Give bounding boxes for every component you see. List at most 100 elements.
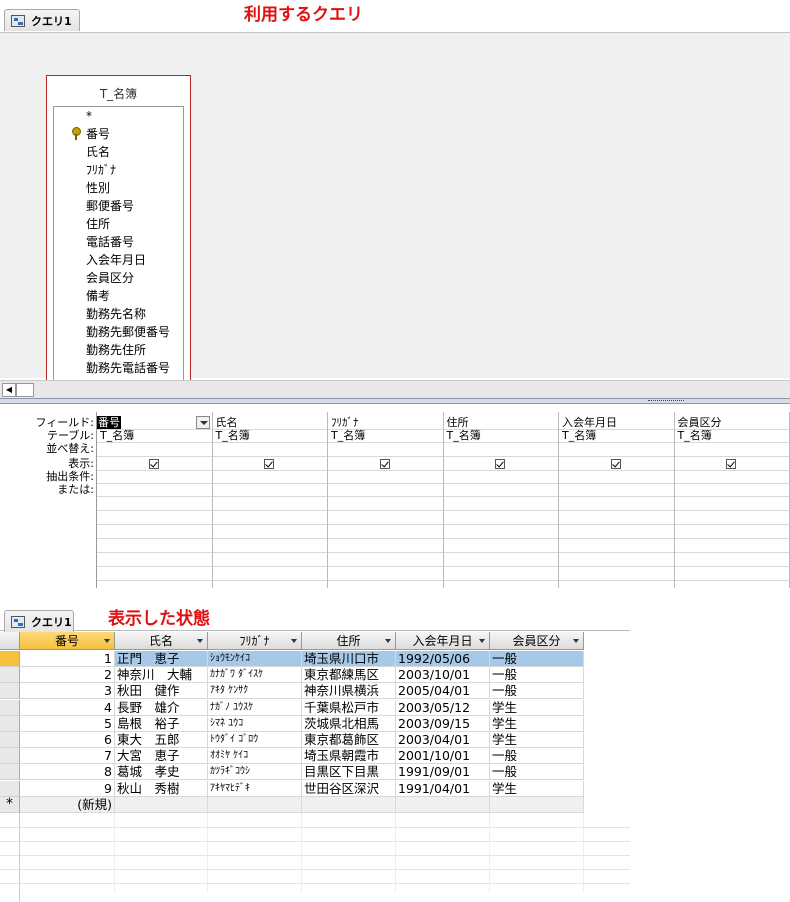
field-list-item[interactable]: 勤務先名称 — [54, 305, 183, 323]
show-checkbox[interactable] — [148, 459, 159, 469]
new-record-selector[interactable]: * — [0, 796, 20, 813]
table-cell[interactable]: 2003/04/01 — [396, 732, 490, 748]
field-list-item[interactable]: 備考 — [54, 287, 183, 305]
qbe-table-cell[interactable]: T_名簿 — [328, 429, 443, 442]
table-cell[interactable]: 神奈川県横浜 — [302, 683, 396, 700]
field-list-item[interactable]: 番号 — [54, 125, 183, 143]
table-cell[interactable]: 1991/04/01 — [396, 780, 490, 797]
qbe-sort-cell[interactable] — [97, 442, 212, 455]
scroll-thumb[interactable] — [16, 383, 34, 397]
table-cell[interactable]: 4 — [20, 699, 115, 716]
qbe-field-cell[interactable]: ﾌﾘｶﾞﾅ — [328, 416, 443, 429]
qbe-field-cell[interactable]: 番号 — [97, 416, 121, 429]
record-selector[interactable] — [0, 651, 20, 667]
qbe-field-cell[interactable]: 入会年月日 — [559, 416, 674, 429]
table-cell[interactable]: 埼玉県朝霞市 — [302, 748, 396, 765]
sort-filter-dropdown-icon[interactable] — [573, 639, 579, 643]
record-selector[interactable] — [0, 699, 20, 716]
new-row-cell[interactable] — [396, 796, 490, 813]
table-cell[interactable]: 千葉県松戸市 — [302, 699, 396, 716]
qbe-table-cell[interactable]: T_名簿 — [444, 429, 559, 442]
column-header[interactable]: 入会年月日 — [396, 632, 490, 650]
table-cell[interactable]: 東京都葛飾区 — [302, 732, 396, 748]
sort-filter-dropdown-icon[interactable] — [197, 639, 203, 643]
datasheet[interactable]: 番号 氏名 ﾌﾘｶﾞﾅ 住所 入会年月日 会員区分 1 正門 恵子 ｼｮｳﾓﾝｹｲｺ 埼玉県川口市… — [0, 632, 630, 902]
field-list-item[interactable]: * — [54, 107, 183, 125]
table-field-list-window[interactable]: T_名簿 * 番号 氏名 ﾌﾘｶﾞﾅ 性別 郵便番号 住所 電話番号 入会年月日 会員区分 備考 勤務… — [46, 75, 191, 390]
pane-splitter[interactable] — [0, 398, 790, 404]
new-row-cell[interactable]: (新規) — [20, 796, 115, 813]
column-header[interactable]: ﾌﾘｶﾞﾅ — [208, 632, 302, 650]
qbe-field-cell[interactable]: 会員区分 — [675, 416, 790, 429]
table-cell[interactable]: 2003/09/15 — [396, 715, 490, 732]
table-cell[interactable]: ｵｵﾐﾔ ｹｲｺ — [208, 748, 302, 765]
table-cell[interactable]: 一般 — [490, 764, 584, 781]
table-cell[interactable]: 学生 — [490, 715, 584, 732]
table-cell[interactable]: 埼玉県川口市 — [302, 651, 396, 667]
column-header[interactable]: 氏名 — [115, 632, 208, 650]
record-selector[interactable] — [0, 732, 20, 748]
query-tab[interactable]: クエリ1 — [4, 9, 80, 31]
table-cell[interactable]: 6 — [20, 732, 115, 748]
field-list-item[interactable]: 郵便番号 — [54, 197, 183, 215]
scroll-left-icon[interactable]: ◀ — [2, 383, 16, 397]
table-cell[interactable]: 5 — [20, 715, 115, 732]
table-cell[interactable]: ｶﾅｶﾞﾜ ﾀﾞｲｽｹ — [208, 667, 302, 684]
field-list[interactable]: * 番号 氏名 ﾌﾘｶﾞﾅ 性別 郵便番号 住所 電話番号 入会年月日 会員区分 備考 勤務先名称 勤務… — [53, 106, 184, 382]
table-cell[interactable]: 神奈川 大輔 — [115, 667, 208, 684]
field-list-item[interactable]: 勤務先電話番号 — [54, 359, 183, 377]
field-list-item[interactable]: 電話番号 — [54, 233, 183, 251]
table-cell[interactable]: ｼｮｳﾓﾝｹｲｺ — [208, 651, 302, 667]
table-cell[interactable]: ｶﾂﾗｷﾞｺｳｼ — [208, 764, 302, 781]
column-header[interactable]: 会員区分 — [490, 632, 584, 650]
qbe-sort-cell[interactable] — [559, 442, 674, 455]
qbe-column[interactable]: 会員区分 T_名簿 — [675, 412, 790, 588]
qbe-sort-cell[interactable] — [213, 442, 328, 455]
qbe-column[interactable]: 番号 T_名簿 — [97, 412, 213, 588]
table-cell[interactable]: ﾄｳﾀﾞｲ ｺﾞﾛｳ — [208, 732, 302, 748]
field-list-item[interactable]: 入会年月日 — [54, 251, 183, 269]
column-header[interactable]: 番号 — [20, 632, 115, 650]
field-list-item[interactable]: 勤務先郵便番号 — [54, 323, 183, 341]
table-cell[interactable]: ﾅｶﾞﾉ ﾕｳｽｹ — [208, 699, 302, 716]
field-list-item[interactable]: 勤務先住所 — [54, 341, 183, 359]
table-cell[interactable]: 9 — [20, 780, 115, 797]
datasheet-query-tab[interactable]: クエリ1 — [4, 610, 74, 632]
field-list-item[interactable]: 住所 — [54, 215, 183, 233]
table-cell[interactable]: 東京都練馬区 — [302, 667, 396, 684]
table-cell[interactable]: 7 — [20, 748, 115, 765]
qbe-column[interactable]: 氏名 T_名簿 — [213, 412, 328, 588]
qbe-field-cell[interactable]: 住所 — [444, 416, 559, 429]
table-cell[interactable]: 秋田 健作 — [115, 683, 208, 700]
sort-filter-dropdown-icon[interactable] — [385, 639, 391, 643]
table-cell[interactable]: 秋山 秀樹 — [115, 780, 208, 797]
qbe-column[interactable]: 入会年月日 T_名簿 — [559, 412, 675, 588]
new-row-cell[interactable] — [208, 796, 302, 813]
qbe-column[interactable]: ﾌﾘｶﾞﾅ T_名簿 — [328, 412, 444, 588]
sort-filter-dropdown-icon[interactable] — [104, 639, 110, 643]
qbe-field-cell[interactable]: 氏名 — [213, 416, 328, 429]
field-list-item[interactable]: 氏名 — [54, 143, 183, 161]
splitter-grip[interactable] — [648, 400, 684, 402]
sort-filter-dropdown-icon[interactable] — [291, 639, 297, 643]
query-design-area[interactable]: T_名簿 * 番号 氏名 ﾌﾘｶﾞﾅ 性別 郵便番号 住所 電話番号 入会年月日 会員区分 備考 勤務… — [0, 32, 790, 390]
new-row-cell[interactable] — [115, 796, 208, 813]
table-cell[interactable]: 学生 — [490, 780, 584, 797]
field-list-item[interactable]: 会員区分 — [54, 269, 183, 287]
field-list-item[interactable]: 性別 — [54, 179, 183, 197]
table-name[interactable]: T_名簿 — [47, 76, 190, 106]
table-cell[interactable]: 島根 裕子 — [115, 715, 208, 732]
table-cell[interactable]: ｱｷﾀ ｹﾝｻｸ — [208, 683, 302, 700]
show-checkbox[interactable] — [726, 459, 737, 469]
table-cell[interactable]: 東大 五郎 — [115, 732, 208, 748]
table-cell[interactable]: 正門 恵子 — [115, 651, 208, 667]
record-selector[interactable] — [0, 683, 20, 700]
table-cell[interactable]: 目黒区下目黒 — [302, 764, 396, 781]
table-cell[interactable]: 1 — [20, 651, 115, 667]
record-selector[interactable] — [0, 667, 20, 684]
table-cell[interactable]: 一般 — [490, 651, 584, 667]
select-all-corner[interactable] — [0, 632, 20, 650]
table-cell[interactable]: 2 — [20, 667, 115, 684]
table-cell[interactable]: 学生 — [490, 699, 584, 716]
table-cell[interactable]: 一般 — [490, 667, 584, 684]
